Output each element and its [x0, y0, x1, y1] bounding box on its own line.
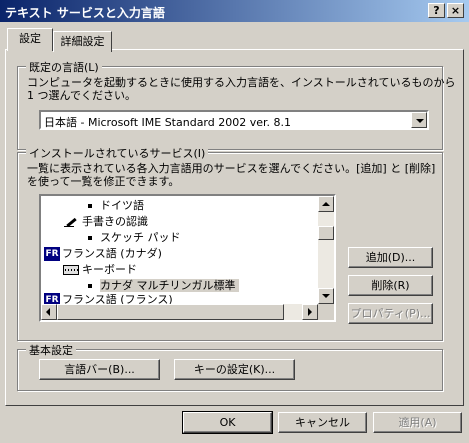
remove-button[interactable]: 削除(R) — [348, 275, 433, 296]
arrow-right-icon — [308, 308, 312, 316]
tab-settings[interactable]: 設定 — [7, 28, 53, 51]
cancel-button[interactable]: キャンセル — [278, 412, 367, 433]
default-language-desc-2: 1 つ選んでください。 — [27, 89, 136, 102]
language-bar-button[interactable]: 言語バー(B)... — [39, 359, 160, 380]
scroll-left-button[interactable] — [41, 304, 57, 320]
add-button[interactable]: 追加(D)... — [348, 247, 433, 268]
bullet-icon — [88, 236, 92, 240]
bullet-icon — [88, 204, 92, 208]
basic-settings-title: 基本設定 — [26, 342, 76, 358]
tree-item-french-canada[interactable]: FR フランス語 (カナダ) — [44, 246, 162, 262]
horizontal-scrollbar[interactable] — [41, 304, 318, 320]
bullet-icon — [88, 284, 92, 288]
tree-item-german[interactable]: ドイツ語 — [88, 198, 144, 214]
chevron-down-icon — [416, 119, 424, 123]
default-language-select[interactable]: 日本語 - Microsoft IME Standard 2002 ver. 8… — [39, 110, 429, 130]
window-title: テキスト サービスと入力言語 — [5, 6, 165, 20]
arrow-down-icon — [322, 294, 330, 298]
vertical-scrollbar[interactable] — [318, 196, 334, 304]
tree-item-keyboard[interactable]: キーボード — [63, 262, 137, 278]
close-button[interactable]: × — [447, 3, 464, 18]
tab-advanced[interactable]: 詳細設定 — [53, 31, 112, 52]
pen-icon — [63, 215, 79, 229]
apply-button[interactable]: 適用(A) — [373, 412, 462, 433]
horizontal-scroll-thumb[interactable] — [57, 304, 284, 320]
default-language-value: 日本語 - Microsoft IME Standard 2002 ver. 8… — [44, 116, 292, 129]
fr-flag-icon: FR — [44, 247, 60, 261]
installed-services-desc-2: を使って一覧を修正できます。 — [27, 175, 180, 188]
arrow-up-icon — [322, 202, 330, 206]
properties-button[interactable]: プロパティ(P)... — [348, 303, 433, 324]
key-settings-button[interactable]: キーの設定(K)... — [174, 359, 295, 380]
scroll-corner — [318, 304, 334, 320]
scroll-up-button[interactable] — [318, 196, 334, 212]
tree-item-sketchpad[interactable]: スケッチ パッド — [88, 230, 181, 246]
services-tree[interactable]: ドイツ語 手書きの認識 スケッチ パッド FR フランス語 (カナダ) キーボード… — [39, 194, 336, 322]
help-button[interactable]: ? — [428, 3, 445, 18]
installed-services-title: インストールされているサービス(I) — [26, 145, 209, 161]
default-language-desc-1: コンピュータを起動するときに使用する入力言語を、インストールされているものから — [27, 76, 456, 89]
arrow-left-icon — [46, 308, 50, 316]
default-language-title: 既定の言語(L) — [26, 59, 102, 75]
vertical-scroll-thumb[interactable] — [318, 226, 334, 240]
dropdown-button[interactable] — [411, 112, 427, 128]
installed-services-desc-1: 一覧に表示されている各入力言語用のサービスを選んでください。[追加] と [削除… — [27, 162, 436, 175]
scroll-right-button[interactable] — [302, 304, 318, 320]
scroll-down-button[interactable] — [318, 288, 334, 304]
tree-item-handwriting[interactable]: 手書きの認識 — [63, 214, 148, 230]
title-bar: テキスト サービスと入力言語 ? × — [0, 0, 469, 22]
keyboard-icon — [63, 265, 79, 275]
ok-button[interactable]: OK — [182, 411, 273, 434]
